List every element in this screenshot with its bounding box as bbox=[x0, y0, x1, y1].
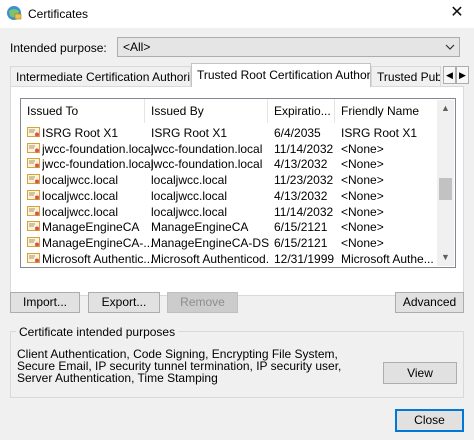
export-button[interactable]: Export... bbox=[88, 292, 160, 313]
cell-issued-by: jwcc-foundation.local bbox=[151, 157, 263, 172]
table-row[interactable]: localjwcc.local localjwcc.local 11/14/2032… bbox=[21, 204, 439, 220]
scroll-up-icon[interactable]: ▲ bbox=[437, 100, 454, 117]
cell-friendly-name: ISRG Root X1 bbox=[341, 126, 418, 140]
window-title: Certificates bbox=[28, 7, 89, 21]
cell-issued-by: jwcc-foundation.local bbox=[151, 141, 263, 156]
cell-friendly-name: <None> bbox=[341, 188, 384, 203]
intended-purposes-text: Client Authentication, Code Signing, Enc… bbox=[17, 347, 342, 385]
cell-expiration: 4/13/2032 bbox=[274, 188, 328, 203]
view-button[interactable]: View bbox=[383, 362, 457, 384]
cell-expiration: 4/13/2032 bbox=[274, 157, 328, 172]
certificate-icon bbox=[27, 127, 40, 137]
tab-scroll-right-icon[interactable]: ▶ bbox=[456, 66, 469, 84]
table-row[interactable]: ManageEngineCA ManageEngineCA 6/15/2121 <No… bbox=[21, 219, 439, 235]
tab-scroll-left-icon[interactable]: ◀ bbox=[443, 66, 456, 84]
cell-expiration: 6/15/2121 bbox=[274, 235, 328, 250]
cell-friendly-name: <None> bbox=[341, 141, 384, 156]
cell-issued-by: localjwcc.local bbox=[151, 204, 228, 219]
scroll-down-icon[interactable]: ▼ bbox=[437, 249, 454, 266]
column-header-issued-to[interactable]: Issued To bbox=[21, 99, 145, 123]
close-button[interactable]: Close bbox=[395, 409, 464, 432]
cell-friendly-name: <None> bbox=[341, 204, 384, 219]
column-header-friendly-name[interactable]: Friendly Name bbox=[335, 99, 437, 123]
cell-issued-to: jwcc-foundation.local bbox=[42, 141, 154, 156]
table-row[interactable]: jwcc-foundation.local jwcc-foundation.loc… bbox=[21, 141, 439, 157]
cell-issued-to: jwcc-foundation.local bbox=[42, 157, 154, 172]
certificates-app-icon bbox=[7, 6, 22, 20]
remove-button: Remove bbox=[167, 292, 238, 313]
certificate-icon bbox=[27, 174, 40, 185]
intended-purpose-value: <All> bbox=[123, 40, 151, 54]
certificate-icon bbox=[27, 221, 40, 232]
scrollbar-thumb[interactable] bbox=[439, 178, 452, 200]
cell-expiration: 6/4/2035 bbox=[274, 126, 321, 140]
cell-issued-by: Microsoft Authenticod... bbox=[151, 251, 269, 266]
cell-expiration: 11/23/2032 bbox=[274, 173, 334, 188]
cell-expiration: 11/14/2032 bbox=[274, 141, 334, 156]
cell-issued-to: ManageEngineCA bbox=[42, 220, 140, 235]
cell-issued-to: localjwcc.local bbox=[42, 173, 119, 188]
cell-issued-by: localjwcc.local bbox=[151, 188, 228, 203]
cell-issued-to: localjwcc.local bbox=[42, 204, 119, 219]
window-close-icon[interactable]: ✕ bbox=[446, 3, 468, 23]
cell-friendly-name: <None> bbox=[341, 173, 384, 188]
cell-issued-to: Microsoft Authentic... bbox=[42, 251, 154, 266]
certificate-icon bbox=[27, 205, 40, 216]
cell-expiration: 6/15/2121 bbox=[274, 220, 328, 235]
chevron-down-icon bbox=[445, 39, 455, 58]
table-row[interactable]: ManageEngineCA-...ManageEngineCA-DS-... 6… bbox=[21, 235, 439, 251]
intended-purpose-label: Intended purpose: bbox=[10, 41, 107, 55]
table-row[interactable]: localjwcc.local localjwcc.local 11/23/2032… bbox=[21, 172, 439, 188]
intended-purpose-select[interactable]: <All> bbox=[117, 37, 460, 57]
table-row[interactable]: Microsoft Authentic... Microsoft Authenti… bbox=[21, 251, 439, 267]
tab-intermediate-ca[interactable]: Intermediate Certification Authorities bbox=[10, 66, 191, 86]
cell-issued-by: localjwcc.local bbox=[151, 173, 228, 188]
cell-issued-by: ManageEngineCA-DS-... bbox=[151, 235, 269, 250]
certificate-icon bbox=[27, 189, 40, 200]
cell-friendly-name: <None> bbox=[341, 235, 384, 250]
cell-expiration: 12/31/1999 bbox=[274, 251, 335, 266]
column-header-expiration[interactable]: Expiratio... bbox=[268, 99, 335, 123]
cell-issued-by: ManageEngineCA bbox=[151, 220, 249, 235]
tab-trusted-root-ca[interactable]: Trusted Root Certification Authorities bbox=[191, 63, 371, 87]
column-header-issued-by[interactable]: Issued By bbox=[145, 99, 268, 123]
tab-trusted-publishers[interactable]: Trusted Publi bbox=[371, 66, 441, 86]
cell-expiration: 11/14/2032 bbox=[274, 204, 334, 219]
certificate-icon bbox=[27, 142, 40, 153]
cell-friendly-name: <None> bbox=[341, 220, 384, 235]
certificate-icon bbox=[27, 158, 40, 169]
cell-issued-to: ManageEngineCA-... bbox=[42, 235, 154, 250]
tab-scroll-buttons: ◀ ▶ bbox=[443, 66, 469, 84]
table-row[interactable]: jwcc-foundation.local jwcc-foundation.loc… bbox=[21, 156, 439, 172]
certificate-icon bbox=[27, 252, 40, 263]
table-row[interactable]: ISRG Root X1 ISRG Root X1 6/4/2035 ISRG Roo… bbox=[21, 125, 439, 141]
certificate-list[interactable]: Issued To Issued By Expiratio... Friendl… bbox=[20, 98, 456, 268]
table-row[interactable]: localjwcc.local localjwcc.local 4/13/2032 <… bbox=[21, 188, 439, 204]
cell-issued-to: localjwcc.local bbox=[42, 188, 119, 203]
list-vertical-scrollbar[interactable]: ▲ ▼ bbox=[437, 100, 454, 266]
cell-friendly-name: Microsoft Authe... bbox=[341, 251, 434, 266]
advanced-button[interactable]: Advanced bbox=[395, 292, 464, 313]
cell-issued-to: ISRG Root X1 bbox=[42, 126, 119, 140]
import-button[interactable]: Import... bbox=[10, 292, 80, 313]
certificate-icon bbox=[27, 236, 40, 247]
cell-issued-by: ISRG Root X1 bbox=[151, 126, 228, 140]
cell-friendly-name: <None> bbox=[341, 157, 384, 172]
intended-purposes-label: Certificate intended purposes bbox=[16, 325, 179, 339]
